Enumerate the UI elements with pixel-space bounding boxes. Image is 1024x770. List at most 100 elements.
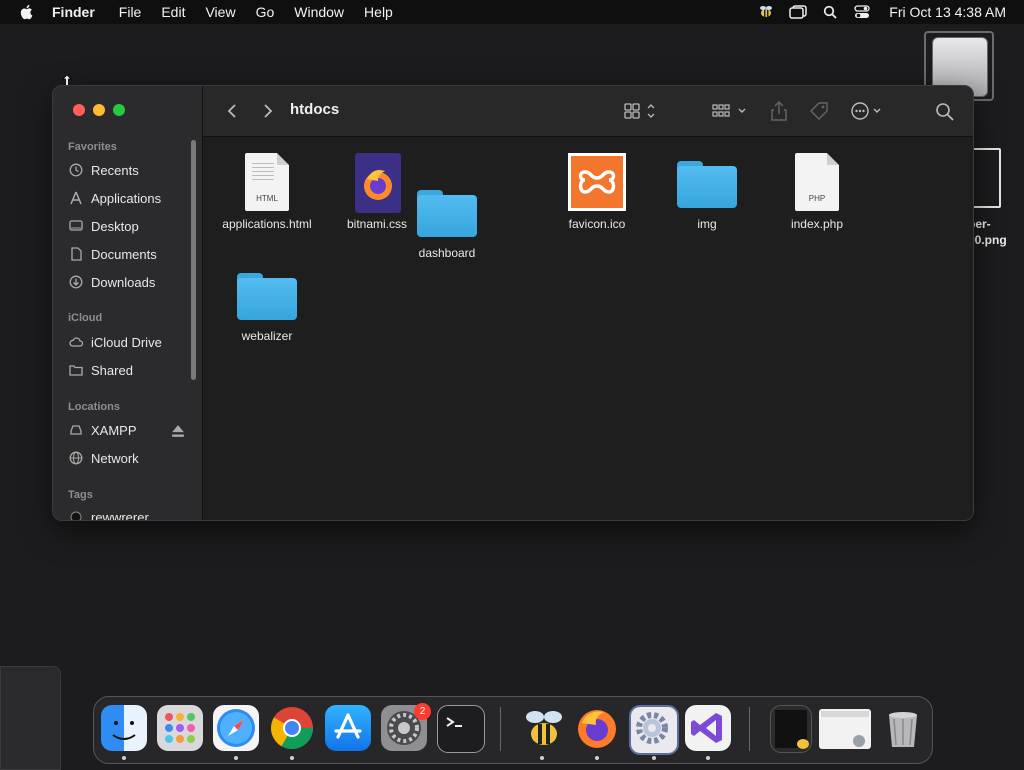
sidebar-item-label: Documents — [91, 246, 157, 262]
sidebar-item-label: Downloads — [91, 274, 156, 290]
menu-edit[interactable]: Edit — [151, 0, 195, 24]
sidebar-item-documents[interactable]: Documents — [69, 243, 189, 265]
launchpad-icon[interactable] — [157, 705, 203, 751]
share-icon[interactable] — [770, 100, 788, 122]
minimize-button[interactable] — [93, 104, 105, 116]
desktop-file-label[interactable]: per- 00.png — [968, 216, 1024, 248]
cloud-icon — [69, 337, 83, 347]
menu-go[interactable]: Go — [246, 0, 285, 24]
sidebar-item-shared[interactable]: Shared — [69, 359, 189, 381]
screenshot-thumb-icon[interactable] — [770, 705, 812, 753]
spotlight-search-icon[interactable] — [821, 4, 839, 20]
sidebar-item-label: Network — [91, 450, 139, 466]
sidebar-header-favorites: Favorites — [68, 141, 117, 153]
menu-view[interactable]: View — [195, 0, 245, 24]
desktop-file-label-line2: 00.png — [968, 233, 1007, 247]
shared-folder-icon — [69, 365, 83, 376]
group-grid-icon — [712, 104, 746, 117]
apple-icon[interactable] — [18, 3, 36, 21]
sidebar-item-label: Recents — [91, 162, 139, 178]
dock-separator — [749, 707, 750, 751]
chrome-icon[interactable] — [269, 705, 315, 751]
close-button[interactable] — [73, 104, 85, 116]
app-store-icon[interactable] — [325, 705, 371, 751]
eject-icon[interactable] — [171, 424, 185, 438]
sidebar-header-tags: Tags — [68, 489, 93, 501]
window-thumb-icon[interactable] — [819, 709, 871, 749]
sidebar-item-downloads[interactable]: Downloads — [69, 271, 189, 293]
desktop-file-label-line1: per- — [968, 217, 991, 231]
file-item[interactable]: dashboard — [392, 182, 502, 260]
file-item[interactable]: favicon.ico — [542, 153, 652, 231]
dock-separator — [500, 707, 501, 751]
settings-gear-icon[interactable] — [629, 705, 679, 755]
forward-chevron-icon[interactable] — [259, 102, 277, 120]
menu-app-name[interactable]: Finder — [52, 0, 105, 24]
notification-badge: 2 — [414, 703, 431, 720]
sidebar-item-label: XAMPP — [91, 422, 137, 438]
file-item[interactable]: img — [652, 153, 762, 231]
applications-icon — [70, 191, 82, 205]
tag-icon[interactable] — [808, 100, 830, 122]
sidebar-item-recents[interactable]: Recents — [69, 159, 189, 181]
sidebar-item-applications[interactable]: Applications — [69, 187, 189, 209]
folder-icon — [237, 265, 297, 325]
menu-window[interactable]: Window — [284, 0, 354, 24]
clock-icon — [69, 163, 83, 177]
sidebar-header-icloud: iCloud — [68, 312, 103, 324]
trash-icon[interactable] — [880, 705, 926, 751]
group-by-button[interactable] — [711, 100, 751, 122]
dock — [93, 696, 933, 764]
file-browser-area[interactable]: HTML applications.html bitnami.css dashb… — [203, 137, 973, 520]
sidebar-item-icloud-drive[interactable]: iCloud Drive — [69, 331, 189, 353]
file-item[interactable]: HTML applications.html — [212, 153, 322, 231]
sidebar-item-tag[interactable]: rewwrerer — [69, 506, 189, 520]
menu-file[interactable]: File — [109, 0, 152, 24]
window-switch-icon[interactable] — [789, 4, 808, 20]
zoom-button[interactable] — [113, 104, 125, 116]
more-actions-icon[interactable] — [849, 100, 889, 122]
bee-app-icon[interactable] — [521, 705, 567, 751]
tag-dot-icon — [70, 511, 82, 520]
sidebar-scrollbar[interactable] — [191, 140, 196, 380]
finder-sidebar: Favorites Recents Applications Desktop D… — [53, 86, 203, 520]
finder-icon[interactable] — [101, 705, 147, 751]
menu-clock[interactable]: Fri Oct 13 4:38 AM — [889, 4, 1006, 20]
folder-icon — [417, 182, 477, 242]
safari-icon[interactable] — [213, 705, 259, 751]
file-name: img — [697, 217, 717, 231]
view-mode-button[interactable] — [623, 100, 659, 122]
visual-studio-icon[interactable] — [685, 705, 731, 751]
window-title: htdocs — [290, 101, 340, 118]
bee-status-icon[interactable] — [757, 4, 775, 20]
sidebar-item-label: Applications — [91, 190, 162, 206]
finder-window[interactable]: Favorites Recents Applications Desktop D… — [52, 85, 974, 521]
menu-help[interactable]: Help — [354, 0, 403, 24]
file-name: webalizer — [241, 329, 293, 343]
xampp-ico-icon — [567, 153, 627, 213]
search-icon[interactable] — [935, 100, 955, 122]
file-name: index.php — [790, 217, 844, 231]
drive-icon — [70, 425, 82, 435]
sidebar-item-desktop[interactable]: Desktop — [69, 215, 189, 237]
running-indicator — [540, 756, 544, 760]
control-center-icon[interactable] — [853, 4, 871, 20]
file-item[interactable]: webalizer — [212, 265, 322, 343]
icon-grid-view-icon — [624, 103, 655, 119]
file-item[interactable]: PHP index.php — [762, 153, 872, 231]
terminal-icon[interactable] — [437, 705, 485, 753]
back-chevron-icon[interactable] — [223, 102, 241, 120]
sidebar-item-xampp[interactable]: XAMPP — [69, 419, 189, 441]
firefox-icon[interactable] — [574, 705, 620, 751]
sidebar-item-network[interactable]: Network — [69, 447, 189, 469]
document-icon — [71, 247, 82, 261]
running-indicator — [706, 756, 710, 760]
desktop-partial-window[interactable] — [0, 666, 61, 770]
running-indicator — [234, 756, 238, 760]
sidebar-header-locations: Locations — [68, 401, 120, 413]
running-indicator — [290, 756, 294, 760]
folder-icon — [677, 153, 737, 213]
download-icon — [69, 275, 83, 289]
finder-toolbar: htdocs — [203, 86, 973, 137]
file-name: applications.html — [222, 217, 312, 231]
